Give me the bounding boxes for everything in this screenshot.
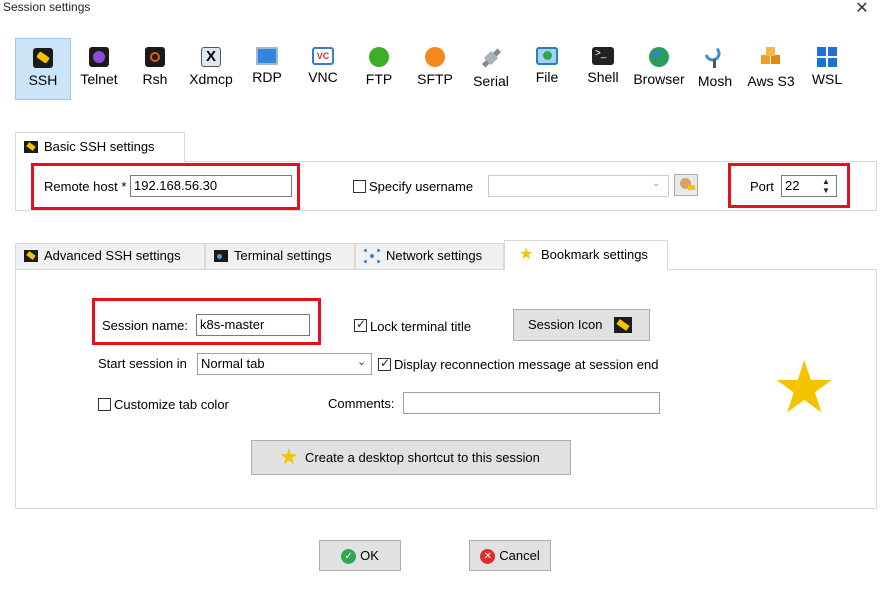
protocol-label: VNC [308,69,338,85]
ok-label: OK [360,548,379,563]
create-desktop-shortcut-button[interactable]: ★ Create a desktop shortcut to this sess… [251,440,571,475]
browser-icon [649,47,669,67]
protocol-label: Rsh [142,71,168,87]
tab-label: Terminal settings [234,248,332,263]
checkmark-icon: ✓ [356,317,367,331]
cancel-label: Cancel [499,548,540,563]
remote-host-highlight [31,163,300,210]
xdmcp-icon: X [201,47,221,67]
protocol-rsh[interactable]: Rsh [127,38,183,100]
protocol-file[interactable]: File [519,38,575,100]
start-session-in-select[interactable]: Normal tab [197,353,372,375]
port-highlight [728,163,850,208]
aws-s3-icon [760,47,782,69]
terminal-icon [214,249,228,262]
protocol-label: Telnet [80,71,118,87]
serial-icon [480,47,502,69]
customize-tab-color-checkbox[interactable] [98,398,111,411]
rsh-icon [145,47,165,67]
customize-tab-color-label: Customize tab color [114,397,229,412]
comments-input[interactable] [403,392,660,414]
star-icon: ★ [279,444,299,469]
protocol-label: Aws S3 [747,73,795,89]
session-icon-label: Session Icon [528,317,603,332]
network-icon [364,248,380,263]
tab-terminal-settings[interactable]: Terminal settings [205,243,355,269]
telnet-icon [89,47,109,67]
protocol-ssh[interactable]: SSH [15,38,71,100]
chevron-down-icon: ⌄ [652,178,661,189]
protocol-label: File [535,69,559,85]
checkmark-icon: ✓ [380,356,391,370]
protocol-telnet[interactable]: Telnet [71,38,127,100]
protocol-shell[interactable]: >_ Shell [575,38,631,100]
title-bar: Session settings ✕ [0,0,890,20]
vnc-icon: VC [312,47,334,65]
cancel-button[interactable]: ✕ Cancel [469,540,551,571]
tab-network-settings[interactable]: Network settings [355,243,504,269]
user-manager-button[interactable] [674,174,698,196]
ftp-icon [369,47,389,67]
protocol-label: Shell [587,69,619,85]
comments-label: Comments: [328,396,395,411]
specify-username-checkbox[interactable] [353,180,366,193]
protocol-label: Serial [473,73,509,89]
protocol-label: Xdmcp [189,71,233,87]
ok-check-icon: ✓ [341,549,357,565]
key-icon [614,317,632,333]
tab-bookmark-settings[interactable]: ★ Bookmark settings [504,240,668,270]
protocol-ftp[interactable]: FTP [351,38,407,100]
mosh-icon [704,47,726,69]
key-icon [24,249,38,262]
window-title: Session settings [3,0,91,14]
shell-icon: >_ [592,47,614,65]
protocol-browser[interactable]: Browser [631,38,687,100]
chevron-down-icon: ⌄ [357,356,367,368]
protocol-xdmcp[interactable]: X Xdmcp [183,38,239,100]
protocol-label: Mosh [697,73,733,89]
user-key-icon [688,185,695,190]
protocol-serial[interactable]: Serial [463,38,519,100]
close-button[interactable]: ✕ [850,0,874,20]
protocol-label: WSL [811,71,843,87]
tab-advanced-ssh-settings[interactable]: Advanced SSH settings [15,243,205,269]
protocol-wsl[interactable]: WSL [799,38,855,100]
session-name-highlight [92,298,321,345]
reconnection-message-label: Display reconnection message at session … [394,357,659,372]
protocol-aws-s3[interactable]: Aws S3 [743,38,799,100]
tab-label: Advanced SSH settings [44,248,181,263]
wsl-icon [817,47,837,67]
cancel-x-icon: ✕ [480,549,496,565]
protocol-mosh[interactable]: Mosh [687,38,743,100]
protocol-label: RDP [252,69,282,85]
ok-button[interactable]: ✓ OK [319,540,401,571]
tab-label: Network settings [386,248,483,263]
protocol-sftp[interactable]: SFTP [407,38,463,100]
key-icon [24,140,38,153]
protocol-rdp[interactable]: RDP [239,38,295,100]
shortcut-label: Create a desktop shortcut to this sessio… [305,450,540,465]
protocol-label: SFTP [417,71,453,87]
reconnection-message-checkbox[interactable]: ✓ [378,356,391,371]
username-select[interactable] [488,175,669,197]
session-icon-button[interactable]: Session Icon [513,309,650,341]
protocol-label: SSH [28,72,58,88]
sftp-icon [425,47,445,67]
specify-username-label: Specify username [369,179,474,194]
tab-basic-ssh-settings[interactable]: Basic SSH settings [15,132,185,162]
protocol-label: FTP [365,71,393,87]
tab-label: Basic SSH settings [44,139,155,154]
rdp-icon [256,47,278,65]
bookmark-star-icon: ★ [772,348,837,428]
star-icon: ★ [519,245,534,263]
start-session-in-label: Start session in [98,356,187,371]
protocol-label: Browser [633,71,685,87]
tab-label: Bookmark settings [541,247,648,262]
lock-terminal-title-checkbox[interactable]: ✓ [354,317,367,332]
lock-terminal-title-label: Lock terminal title [370,319,472,334]
protocol-vnc[interactable]: VC VNC [295,38,351,100]
file-icon [536,47,558,65]
ssh-key-icon [33,48,53,68]
